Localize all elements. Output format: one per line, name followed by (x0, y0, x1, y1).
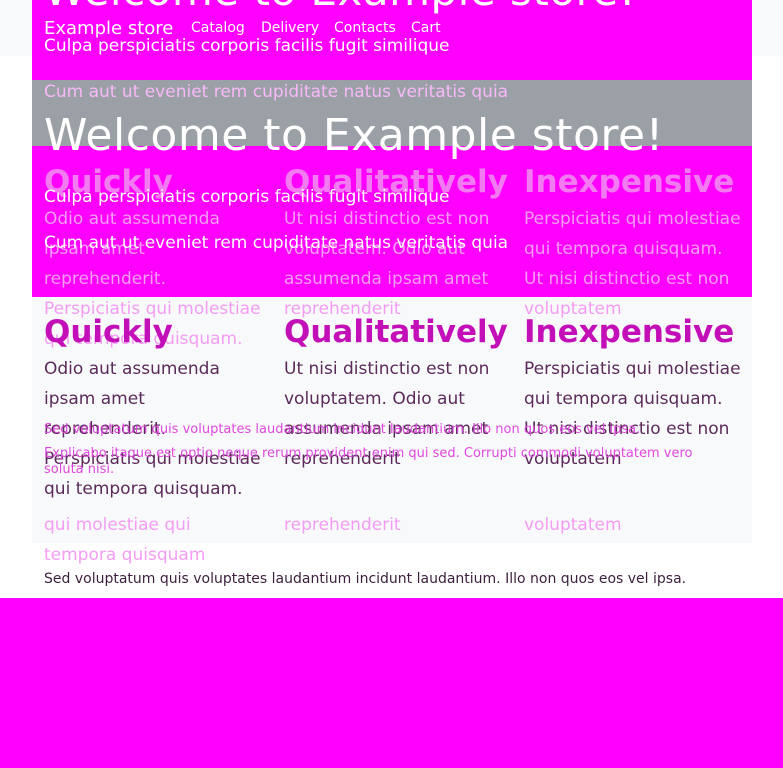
nav-cart[interactable]: Cart (411, 20, 441, 36)
footer-ghost-line: Explicabo itaque est optio neque rerum p… (44, 446, 693, 477)
footer-text: Sed voluptatum quis voluptates laudantiu… (44, 571, 687, 587)
footer-ghost-line: Sed voluptatum quis voluptates laudantiu… (44, 422, 641, 437)
subtitle-overlay: Culpa perspiciatis corporis facilis fugi… (44, 187, 450, 207)
feature-title: Inexpensive (524, 164, 735, 200)
nav-catalog[interactable]: Catalog (191, 20, 245, 36)
feature-text: Perspiciatis qui molestiae qui tempora q… (524, 209, 741, 319)
lower-text: reprehenderit (284, 515, 401, 535)
lead-ghost: Cum aut ut eveniet rem cupiditate natus … (44, 82, 509, 102)
feature-title: Quickly (44, 314, 173, 350)
top-strip (0, 0, 32, 56)
lead-overlay: Cum aut ut eveniet rem cupiditate natus … (44, 233, 509, 253)
hero-title: Welcome to Example store! (44, 110, 664, 161)
hero-title-cutoff: Welcome to Example store! (44, 0, 636, 15)
feature-text: Ut nisi distinctio est non voluptatem. O… (284, 209, 490, 319)
top-strip (752, 0, 783, 56)
nav-delivery[interactable]: Delivery (261, 20, 319, 36)
lower-text: tempora quisquam (44, 545, 206, 565)
feature-ghost: Inexpensive Perspiciatis qui molestiae q… (524, 164, 744, 324)
subtitle: Culpa perspiciatis corporis facilis fugi… (44, 36, 450, 56)
lower-text: voluptatem (524, 515, 622, 535)
feature-title: Inexpensive (524, 314, 735, 350)
nav-contacts[interactable]: Contacts (334, 20, 396, 36)
feature-title: Qualitatively (284, 314, 508, 350)
lower-text: qui molestiae qui (44, 515, 191, 535)
